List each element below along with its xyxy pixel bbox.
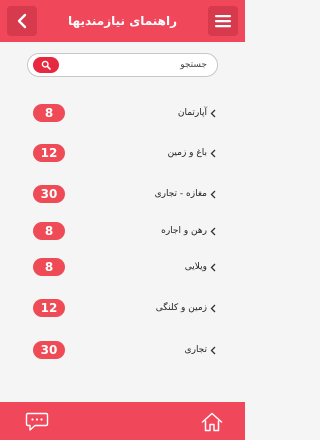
menu-button[interactable] (208, 6, 238, 36)
category-item[interactable]: 12 زمین و کلنگی (0, 296, 245, 320)
chevron-left-icon (208, 303, 218, 313)
chevron-left-icon (208, 226, 218, 236)
home-button[interactable] (200, 411, 224, 433)
count-badge: 12 (33, 299, 65, 317)
count-badge: 8 (33, 222, 65, 240)
count-badge: 30 (33, 341, 65, 359)
category-label: آپارتمان (177, 108, 207, 118)
chevron-left-icon (208, 345, 218, 355)
category-item[interactable]: 8 آپارتمان (0, 101, 245, 125)
category-item[interactable]: 8 ویلایی (0, 255, 245, 279)
bottom-bar (0, 402, 245, 440)
chevron-left-icon (208, 189, 218, 199)
count-badge: 8 (33, 104, 65, 122)
category-item[interactable]: 12 باغ و زمین (0, 141, 245, 165)
search-input[interactable] (87, 57, 207, 73)
category-label: ویلایی (184, 262, 207, 272)
back-button[interactable] (7, 6, 37, 36)
home-icon (201, 412, 223, 432)
category-item[interactable]: 8 رهن و اجاره (0, 219, 245, 243)
hamburger-menu-icon (215, 15, 231, 28)
category-label: مغازه - تجاری (154, 189, 207, 199)
count-badge: 12 (33, 144, 65, 162)
page-title: راهنمای نیازمندیها (68, 14, 177, 28)
category-label: زمین و کلنگی (155, 303, 207, 313)
chevron-left-icon (208, 148, 218, 158)
search-icon (41, 60, 51, 70)
category-item[interactable]: 30 تجاری (0, 338, 245, 362)
category-label: رهن و اجاره (161, 226, 207, 236)
search-bar (27, 53, 218, 77)
chevron-left-icon (208, 108, 218, 118)
category-label: تجاری (184, 345, 207, 355)
chevron-left-icon (17, 13, 27, 29)
category-item[interactable]: 30 مغازه - تجاری (0, 182, 245, 206)
category-label: باغ و زمین (167, 148, 207, 158)
chat-button[interactable] (25, 411, 49, 433)
search-button[interactable] (33, 57, 59, 73)
count-badge: 30 (33, 185, 65, 203)
app-header: راهنمای نیازمندیها (0, 0, 245, 42)
chat-bubble-icon (25, 412, 49, 431)
count-badge: 8 (33, 258, 65, 276)
chevron-left-icon (208, 262, 218, 272)
